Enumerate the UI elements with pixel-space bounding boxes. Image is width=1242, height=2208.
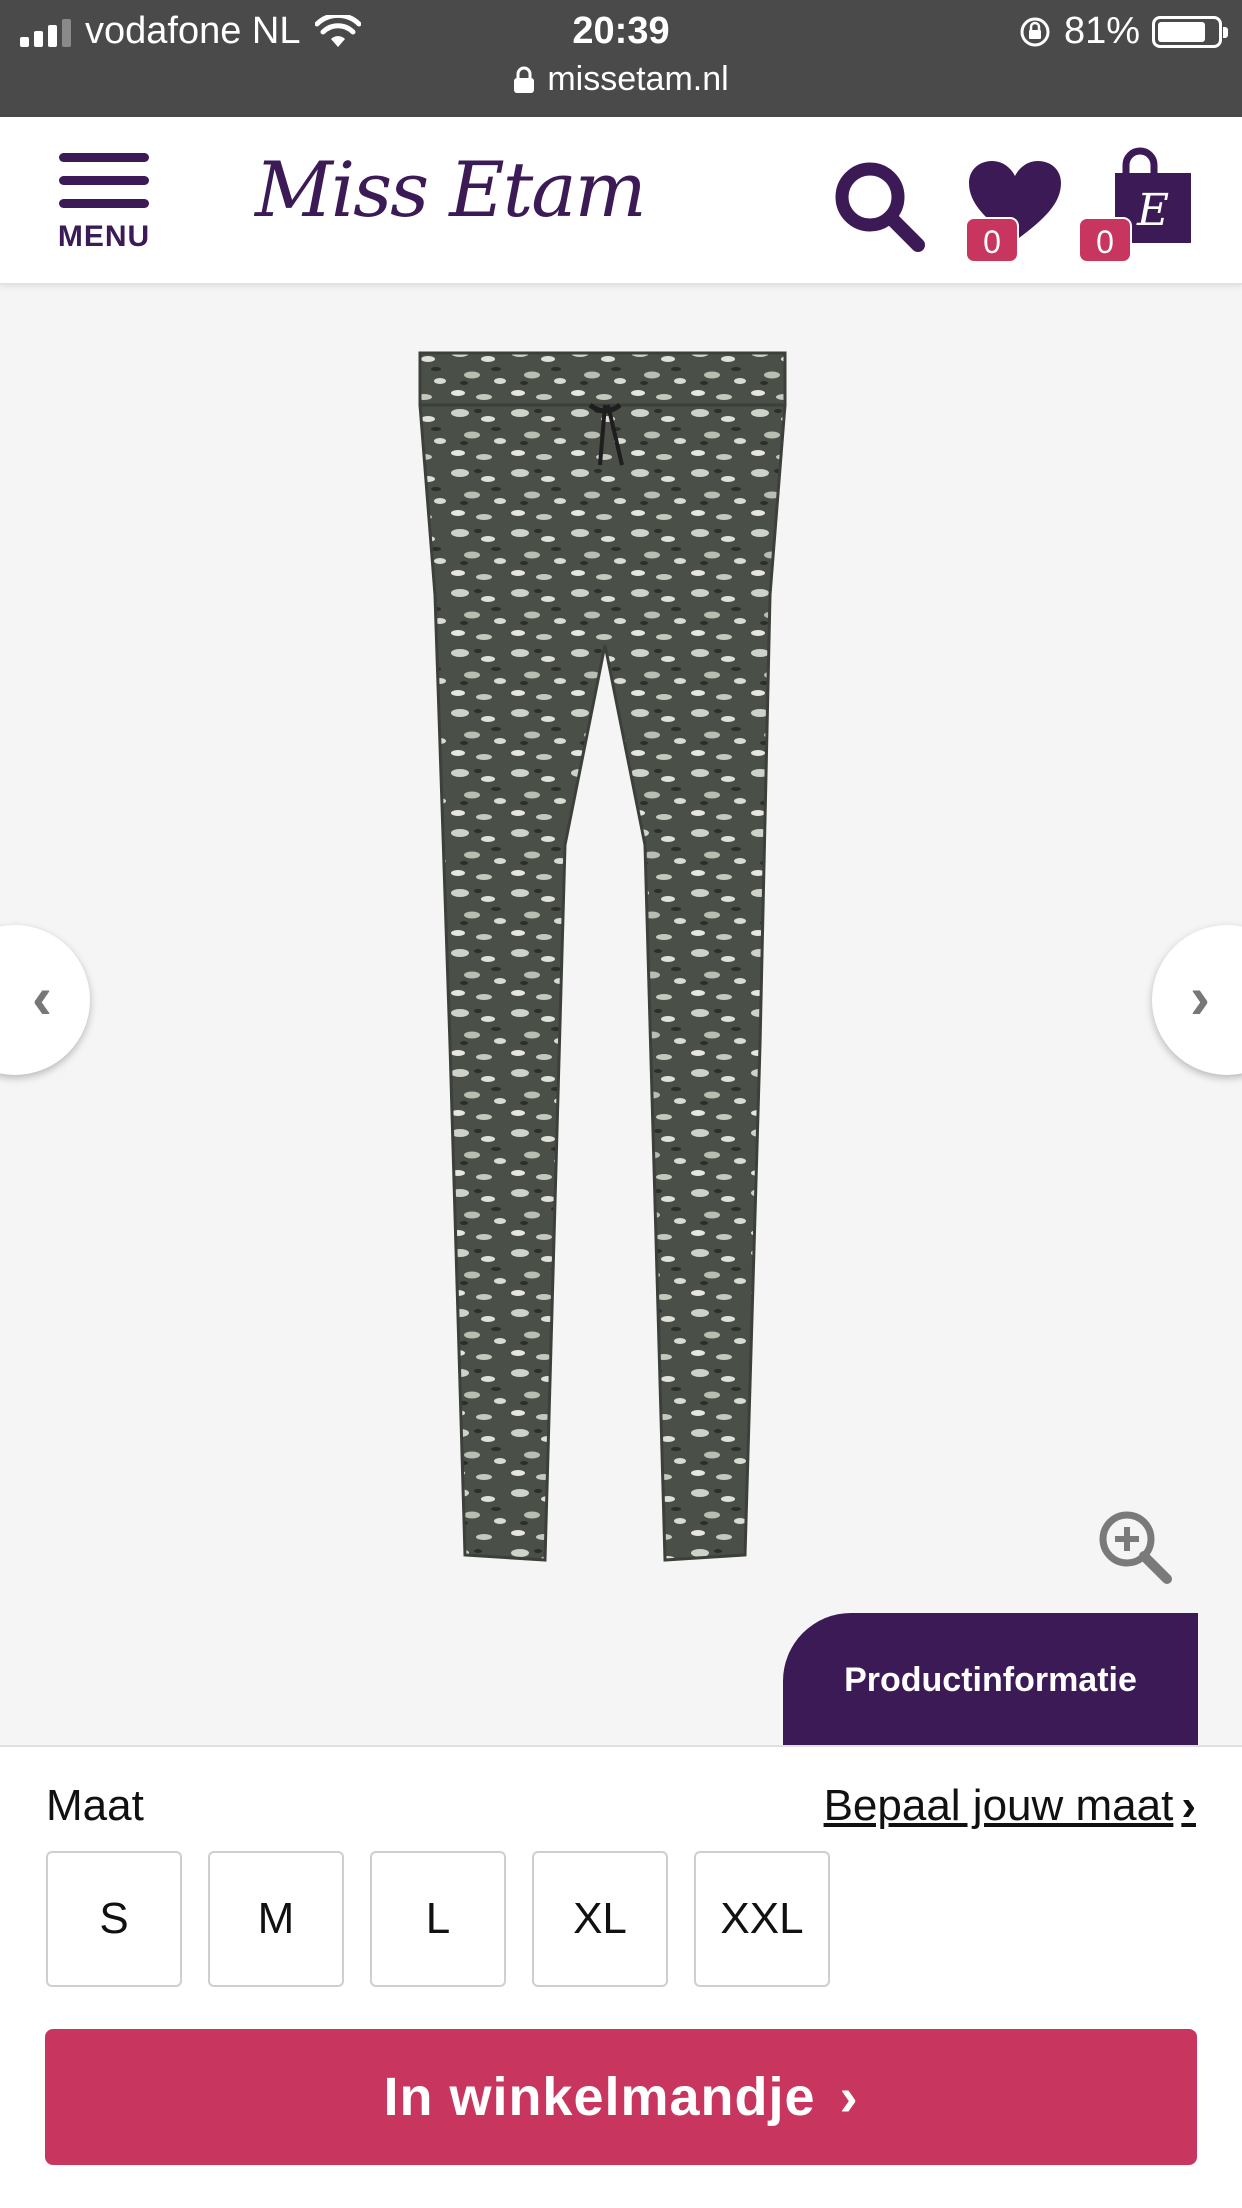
battery-icon	[1152, 15, 1228, 48]
next-image-button[interactable]: ›	[1152, 925, 1242, 1075]
chevron-right-icon: ›	[839, 2067, 859, 2127]
product-gallery[interactable]: ‹ › Productinformatie	[0, 285, 1242, 1745]
menu-button[interactable]: MENU	[56, 153, 152, 254]
address-bar[interactable]: missetam.nl	[0, 60, 1242, 99]
bag-logo-letter: E	[1136, 185, 1169, 236]
size-guide-text: Bepaal jouw maat	[823, 1781, 1174, 1830]
search-button[interactable]	[830, 157, 930, 257]
menu-label: MENU	[57, 220, 151, 253]
size-options: S M L XL XXL	[46, 1851, 830, 1987]
orientation-lock-icon	[1020, 17, 1050, 46]
chevron-right-icon: ›	[1181, 1781, 1196, 1830]
size-panel: Maat Bepaal jouw maat › S M L XL XXL In …	[0, 1745, 1242, 2208]
battery-percent: 81%	[1063, 10, 1140, 52]
hamburger-icon	[56, 153, 152, 208]
size-option-xxl[interactable]: XXL	[694, 1851, 830, 1987]
product-info-button[interactable]: Productinformatie	[783, 1613, 1198, 1745]
url-text: missetam.nl	[547, 60, 729, 98]
status-right: 81%	[1018, 10, 1228, 53]
size-label: Maat	[46, 1781, 144, 1830]
size-option-m[interactable]: M	[208, 1851, 344, 1987]
lock-icon	[514, 66, 535, 93]
brand-logo[interactable]: Miss Etam	[255, 145, 647, 234]
size-option-xl[interactable]: XL	[532, 1851, 668, 1987]
zoom-button[interactable]	[1095, 1507, 1175, 1587]
status-bar: vodafone NL 20:39 81% missetam.nl	[0, 0, 1242, 117]
previous-image-button[interactable]: ‹	[0, 925, 90, 1075]
chevron-left-icon: ‹	[32, 964, 52, 1031]
size-option-l[interactable]: L	[370, 1851, 506, 1987]
add-to-cart-label: In winkelmandje	[383, 2067, 816, 2127]
site-header: MENU Miss Etam 0 E 0	[0, 117, 1242, 285]
zoom-in-icon	[1099, 1511, 1172, 1584]
search-icon	[835, 162, 925, 252]
cart-button[interactable]: E 0	[1078, 143, 1198, 273]
size-guide-link[interactable]: Bepaal jouw maat ›	[824, 1781, 1196, 1831]
chevron-right-icon: ›	[1190, 964, 1210, 1031]
size-option-s[interactable]: S	[46, 1851, 182, 1987]
wishlist-count-badge: 0	[965, 217, 1019, 263]
add-to-cart-button[interactable]: In winkelmandje ›	[45, 2029, 1197, 2165]
cart-count-badge: 0	[1078, 217, 1132, 263]
product-image	[418, 351, 787, 1562]
wishlist-button[interactable]: 0	[965, 157, 1065, 267]
